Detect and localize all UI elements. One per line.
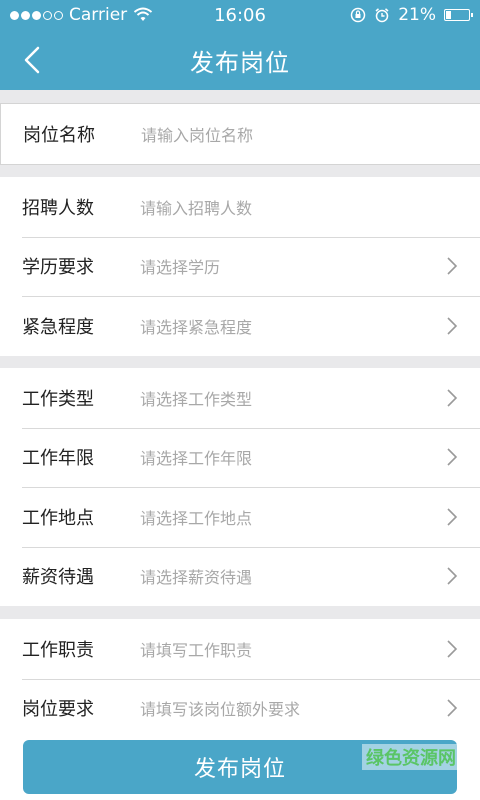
responsibilities-input[interactable]: 请填写工作职责 bbox=[140, 637, 480, 661]
chevron-right-icon bbox=[447, 257, 458, 275]
job-title-input[interactable]: 请输入岗位名称 bbox=[141, 122, 480, 146]
chevron-right-icon bbox=[447, 567, 458, 585]
chevron-right-icon bbox=[447, 317, 458, 335]
watermark-logo: 绿色资源网 bbox=[362, 744, 460, 770]
chevron-right-icon bbox=[447, 389, 458, 407]
field-label: 学历要求 bbox=[22, 257, 94, 279]
field-education[interactable]: 学历要求 请选择学历 bbox=[0, 236, 480, 297]
education-select[interactable]: 请选择学历 bbox=[140, 254, 480, 278]
field-label: 工作类型 bbox=[22, 388, 94, 410]
field-experience[interactable]: 工作年限 请选择工作年限 bbox=[0, 427, 480, 488]
chevron-right-icon bbox=[447, 640, 458, 658]
field-label: 工作年限 bbox=[22, 448, 94, 470]
field-label: 工作地点 bbox=[22, 507, 94, 529]
field-label: 岗位要求 bbox=[22, 699, 94, 721]
field-job-title[interactable]: 岗位名称 请输入岗位名称 bbox=[1, 104, 480, 164]
form-section-2: 招聘人数 请输入招聘人数 学历要求 请选择学历 紧急程度 请选择紧急程度 bbox=[0, 177, 480, 356]
field-responsibilities[interactable]: 工作职责 请填写工作职责 bbox=[0, 619, 480, 679]
field-requirements[interactable]: 岗位要求 请填写该岗位额外要求 bbox=[0, 678, 480, 739]
form-section-3: 工作类型 请选择工作类型 工作年限 请选择工作年限 工作地点 请选择工作地点 薪… bbox=[0, 368, 480, 606]
chevron-left-icon bbox=[24, 46, 40, 74]
field-headcount[interactable]: 招聘人数 请输入招聘人数 bbox=[0, 177, 480, 237]
field-urgency[interactable]: 紧急程度 请选择紧急程度 bbox=[0, 296, 480, 356]
field-job-type[interactable]: 工作类型 请选择工作类型 bbox=[0, 368, 480, 428]
chevron-right-icon bbox=[447, 508, 458, 526]
headcount-input[interactable]: 请输入招聘人数 bbox=[140, 195, 480, 219]
field-salary[interactable]: 薪资待遇 请选择薪资待遇 bbox=[0, 546, 480, 607]
requirements-input[interactable]: 请填写该岗位额外要求 bbox=[140, 696, 480, 720]
urgency-select[interactable]: 请选择紧急程度 bbox=[140, 314, 480, 338]
field-label: 岗位名称 bbox=[23, 124, 95, 146]
page-title: 发布岗位 bbox=[190, 48, 290, 77]
clock: 16:06 bbox=[214, 5, 266, 26]
chevron-right-icon bbox=[447, 448, 458, 466]
back-button[interactable] bbox=[14, 42, 50, 78]
experience-select[interactable]: 请选择工作年限 bbox=[140, 445, 480, 469]
header: Carrier 16:06 21% 发布岗位 bbox=[0, 0, 480, 90]
battery-icon bbox=[444, 9, 473, 21]
field-label: 薪资待遇 bbox=[22, 567, 94, 589]
chevron-right-icon bbox=[447, 699, 458, 717]
battery-fill bbox=[446, 11, 451, 19]
location-select[interactable]: 请选择工作地点 bbox=[140, 505, 480, 529]
field-location[interactable]: 工作地点 请选择工作地点 bbox=[0, 487, 480, 547]
form-section-4: 工作职责 请填写工作职责 岗位要求 请填写该岗位额外要求 bbox=[0, 619, 480, 738]
field-label: 工作职责 bbox=[22, 639, 94, 661]
field-label: 招聘人数 bbox=[22, 197, 94, 219]
salary-select[interactable]: 请选择薪资待遇 bbox=[140, 564, 480, 588]
status-bar: Carrier 16:06 21% bbox=[0, 0, 480, 30]
field-label: 紧急程度 bbox=[22, 316, 94, 338]
job-type-select[interactable]: 请选择工作类型 bbox=[140, 386, 480, 410]
form-section-1: 岗位名称 请输入岗位名称 bbox=[0, 103, 480, 165]
nav-bar: 发布岗位 bbox=[0, 30, 480, 90]
